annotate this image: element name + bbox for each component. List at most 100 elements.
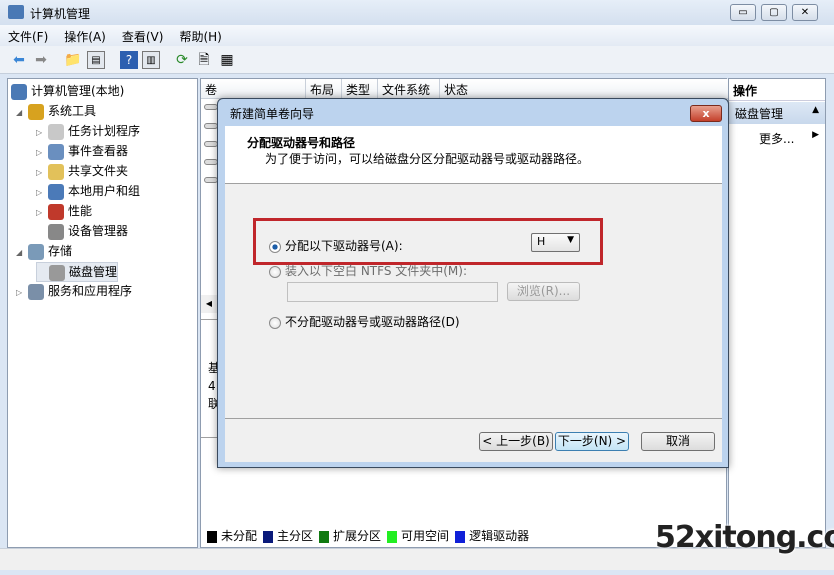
expand-arrow-icon[interactable]: ▷ xyxy=(36,168,48,177)
tree-item-label: 服务和应用程序 xyxy=(48,284,133,298)
expand-arrow-icon[interactable]: ▷ xyxy=(16,288,28,297)
new-simple-volume-wizard: 新建简单卷向导 x 分配驱动器号和路径 为了便于访问，可以给磁盘分区分配驱动器号… xyxy=(217,98,729,468)
page-heading: 分配驱动器号和路径 xyxy=(247,136,356,150)
column-type[interactable]: 类型 xyxy=(342,79,378,99)
tree-item-label: 共享文件夹 xyxy=(68,164,129,178)
menu-bar: 文件(F) 操作(A) 查看(V) 帮助(H) xyxy=(0,25,834,46)
tree-node-icon xyxy=(48,123,64,140)
volume-icon xyxy=(204,141,218,147)
drive-letter-dropdown[interactable]: H ▼ xyxy=(531,233,580,252)
menu-action[interactable]: 操作(A) xyxy=(56,25,114,45)
expand-arrow-icon[interactable]: ▷ xyxy=(36,188,48,197)
help-icon[interactable]: ? xyxy=(120,51,138,69)
cancel-button[interactable]: 取消 xyxy=(641,432,715,451)
tree-item-label: 磁盘管理 xyxy=(69,265,118,279)
expand-arrow-icon[interactable]: ▷ xyxy=(36,128,48,137)
tree-item[interactable]: ▷ 服务和应用程序 xyxy=(16,282,132,300)
expand-arrow-icon[interactable]: ▷ xyxy=(36,208,48,217)
volume-icon xyxy=(204,104,218,110)
computer-icon xyxy=(11,83,27,100)
mount-path-input[interactable] xyxy=(287,282,498,302)
legend-label: 扩展分区 xyxy=(333,529,382,543)
forward-icon[interactable]: ➡ xyxy=(32,51,50,69)
volume-icon xyxy=(204,159,218,165)
tree-item[interactable]: 设备管理器 xyxy=(36,222,128,240)
tree-item[interactable]: ▷ 事件查看器 xyxy=(36,142,128,160)
collapse-arrow-icon[interactable]: ◢ xyxy=(16,108,28,117)
radio-unselected-icon xyxy=(269,316,281,329)
tree-node-icon xyxy=(48,163,64,180)
tree-item[interactable]: ▷ 共享文件夹 xyxy=(36,162,128,180)
tree-node-icon xyxy=(48,223,64,240)
volume-icon xyxy=(204,177,218,183)
chevron-down-icon: ▼ xyxy=(567,235,574,245)
legend-swatch xyxy=(207,530,217,543)
legend: 未分配 主分区 扩展分区 可用空间 逻辑驱动器 xyxy=(201,527,529,544)
tree-node-icon xyxy=(48,203,64,220)
volume-icon xyxy=(204,123,218,129)
tree-node-icon xyxy=(28,103,44,120)
tree-item[interactable]: ▷ 性能 xyxy=(36,202,92,220)
submenu-arrow-icon: ▶ xyxy=(812,130,819,140)
actions-section-disk-management[interactable]: 磁盘管理 ▲ xyxy=(729,102,825,124)
radio-no-drive-letter[interactable]: 不分配驱动器号或驱动器路径(D) xyxy=(269,313,460,330)
tree-node-icon xyxy=(48,183,64,200)
navigation-tree: 计算机管理(本地) ◢ 系统工具 ▷ 任务计划程序 ▷ 事件查看器 ▷ 共享文件夹 ▷ 本地用户和… xyxy=(7,78,198,548)
legend-label: 可用空间 xyxy=(401,529,450,543)
dialog-header: 分配驱动器号和路径 为了便于访问，可以给磁盘分区分配驱动器号或驱动器路径。 xyxy=(225,126,722,184)
tree-item-label: 事件查看器 xyxy=(68,144,129,158)
column-filesystem[interactable]: 文件系统 xyxy=(378,79,440,99)
watermark-logo: 52xitong.com xyxy=(655,520,834,555)
tree-root[interactable]: 计算机管理(本地) xyxy=(11,82,124,100)
tree-item[interactable]: 磁盘管理 xyxy=(36,262,119,282)
tree-item[interactable]: ▷ 本地用户和组 xyxy=(36,182,140,200)
tree-node-icon xyxy=(28,243,44,260)
menu-view[interactable]: 查看(V) xyxy=(114,25,172,45)
radio-assign-drive-letter[interactable]: 分配以下驱动器号(A): xyxy=(269,237,403,254)
legend-label: 未分配 xyxy=(221,529,258,543)
menu-help[interactable]: 帮助(H) xyxy=(171,25,229,45)
close-button[interactable]: ✕ xyxy=(792,4,818,21)
actions-more[interactable]: 更多... ▶ xyxy=(759,130,825,147)
show-hide-tree-icon[interactable]: ▤ xyxy=(87,51,105,69)
actions-pane: 操作 磁盘管理 ▲ 更多... ▶ xyxy=(728,78,826,548)
tree-item-label: 性能 xyxy=(68,204,93,218)
tree-node-icon xyxy=(49,264,65,281)
window-title: 计算机管理 xyxy=(30,7,91,21)
minimize-button[interactable]: ▭ xyxy=(730,4,756,21)
legend-swatch xyxy=(455,530,466,543)
settings-icon[interactable]: ▦ xyxy=(218,51,236,69)
tree-item-label: 设备管理器 xyxy=(68,224,129,238)
collapse-icon: ▲ xyxy=(812,105,819,115)
maximize-button[interactable]: ▢ xyxy=(761,4,787,21)
column-volume[interactable]: 卷 xyxy=(201,79,306,99)
tree-item[interactable]: ◢ 系统工具 xyxy=(16,102,96,120)
radio-unselected-icon xyxy=(269,265,281,278)
tree-item-label: 系统工具 xyxy=(48,104,97,118)
show-hide-action-pane-icon[interactable]: ▥ xyxy=(142,51,160,69)
computer-management-icon xyxy=(8,5,24,19)
legend-swatch xyxy=(387,530,398,543)
collapse-arrow-icon[interactable]: ◢ xyxy=(16,248,28,257)
dialog-close-button[interactable]: x xyxy=(690,105,722,122)
scroll-left-button[interactable]: ◀ xyxy=(201,295,217,313)
tree-node-icon xyxy=(48,143,64,160)
tree-item-label: 本地用户和组 xyxy=(68,184,141,198)
expand-arrow-icon[interactable]: ▷ xyxy=(36,148,48,157)
legend-swatch xyxy=(319,530,330,543)
radio-mount-ntfs-folder[interactable]: 装入以下空白 NTFS 文件夹中(M): xyxy=(269,262,467,279)
menu-file[interactable]: 文件(F) xyxy=(0,25,56,45)
column-layout[interactable]: 布局 xyxy=(306,79,342,99)
toolbar: ⬅ ➡ 📁 ▤ ? ▥ ⟳ 🗎 ▦ xyxy=(0,46,834,74)
tree-item[interactable]: ◢ 存储 xyxy=(16,242,72,260)
back-icon[interactable]: ⬅ xyxy=(10,51,28,69)
up-folder-icon[interactable]: 📁 xyxy=(64,51,82,69)
column-status[interactable]: 状态 xyxy=(440,79,728,99)
next-button[interactable]: 下一步(N) > xyxy=(555,432,629,451)
properties-icon[interactable]: 🗎 xyxy=(195,51,213,69)
tree-item[interactable]: ▷ 任务计划程序 xyxy=(36,122,140,140)
tree-node-icon xyxy=(28,283,44,300)
back-button[interactable]: < 上一步(B) xyxy=(479,432,553,451)
browse-button[interactable]: 浏览(R)... xyxy=(507,282,580,301)
refresh-icon[interactable]: ⟳ xyxy=(173,51,191,69)
